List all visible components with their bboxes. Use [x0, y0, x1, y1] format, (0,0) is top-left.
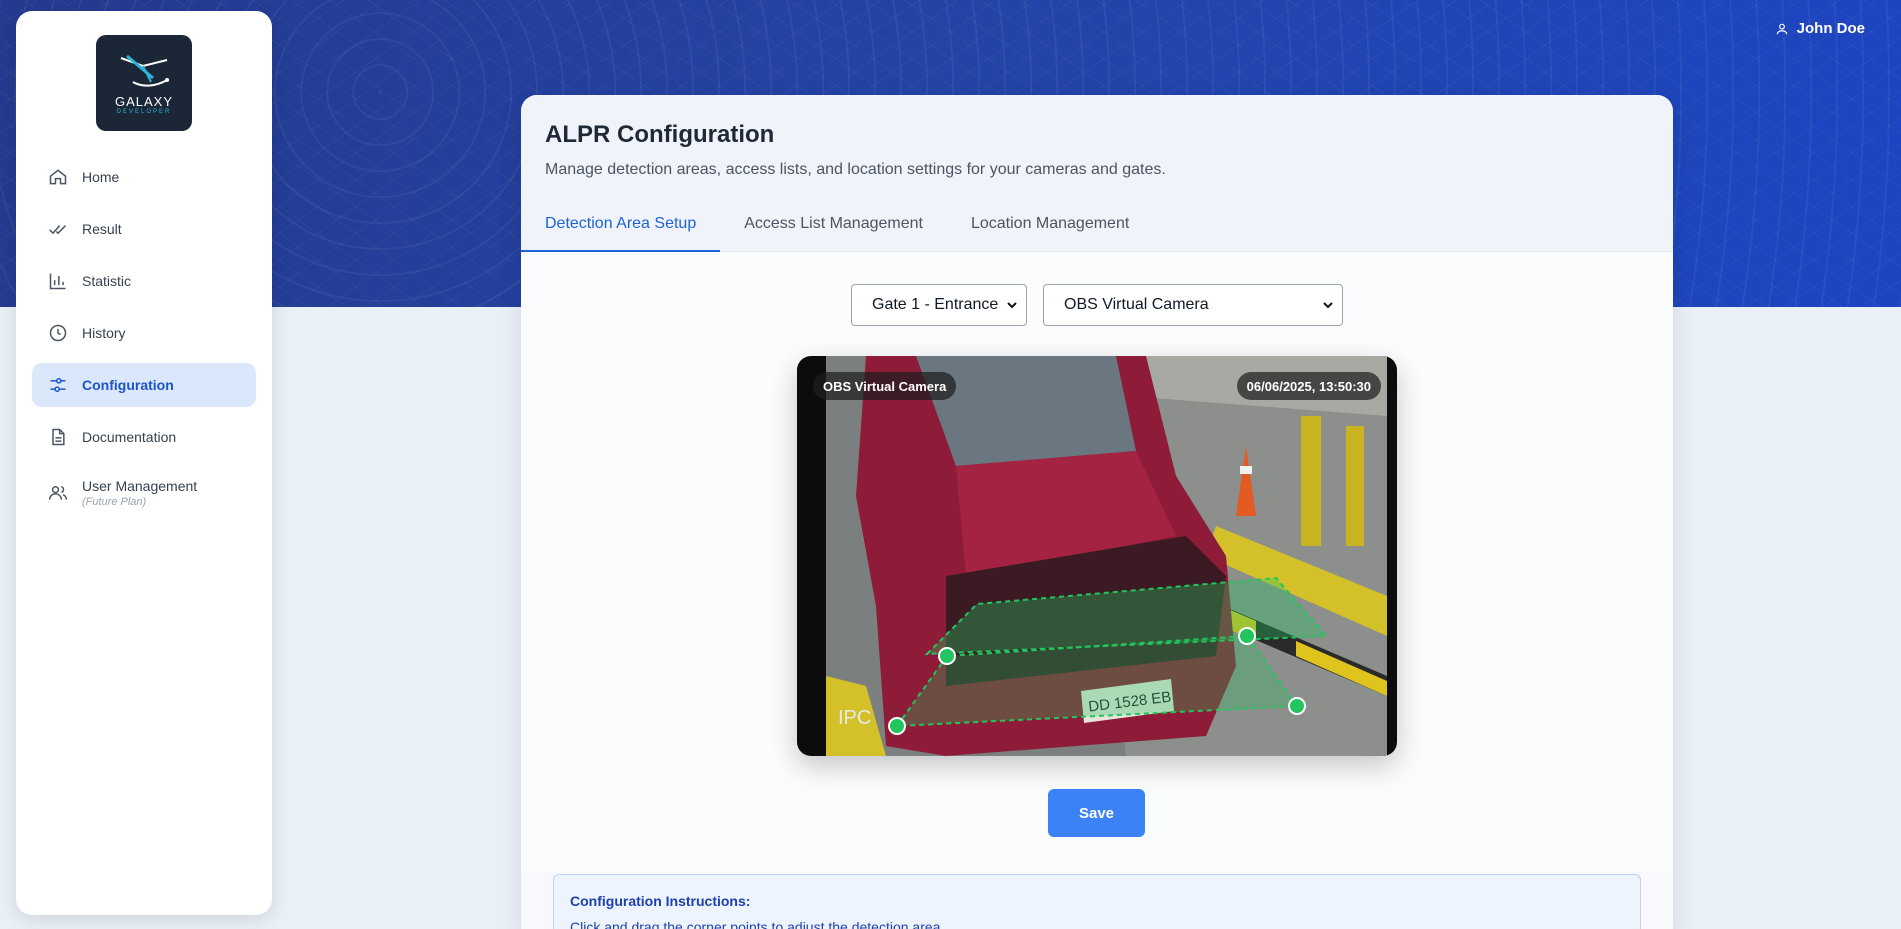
tab-detection-area-setup[interactable]: Detection Area Setup: [521, 203, 721, 252]
sidebar-item-label: User Management: [82, 478, 198, 494]
camera-preview[interactable]: DD 1528 EB IPC OBS Virtual Camera 06/06/…: [797, 356, 1397, 756]
detection-area-panel: Gate 1 - Entrance OBS Virtual Camera DD …: [521, 252, 1673, 872]
sliders-icon: [50, 378, 66, 392]
save-button[interactable]: Save: [1048, 789, 1145, 837]
instructions-title: Configuration Instructions:: [570, 893, 751, 909]
user-icon: [1776, 23, 1787, 34]
gate-select-value: Gate 1 - Entrance: [872, 296, 999, 313]
configuration-instructions: Configuration Instructions: Click and dr…: [553, 874, 1641, 929]
sidebar-nav: Home Result Statistic History Configurat…: [16, 155, 272, 519]
bar-chart-icon: [49, 273, 66, 290]
config-card: ALPR Configuration Manage detection area…: [521, 95, 1673, 929]
user-menu[interactable]: John Doe: [1775, 20, 1865, 37]
sidebar-item-statistic[interactable]: Statistic: [32, 259, 256, 303]
chevron-down-icon: [1323, 302, 1333, 309]
galaxy-logo-icon: [120, 54, 169, 87]
camera-name-badge: OBS Virtual Camera: [813, 372, 957, 400]
sidebar-item-configuration[interactable]: Configuration: [32, 363, 256, 407]
chevron-down-icon: [1007, 302, 1017, 309]
camera-select-value: OBS Virtual Camera: [1064, 296, 1209, 313]
sidebar-item-label: Result: [82, 221, 122, 237]
card-header: ALPR Configuration Manage detection area…: [521, 95, 1673, 252]
sidebar-item-result[interactable]: Result: [32, 207, 256, 251]
sidebar-item-history[interactable]: History: [32, 311, 256, 355]
sidebar-item-label: Statistic: [82, 273, 132, 289]
brand-name: GALAXY: [114, 93, 174, 109]
galaxy-logo[interactable]: GALAXY DEVELOPER: [96, 35, 192, 131]
save-row: Save: [521, 788, 1673, 838]
camera-timestamp-badge: 06/06/2025, 13:50:30: [1236, 372, 1381, 400]
sidebar-item-label: Home: [82, 169, 120, 185]
sidebar-item-label: Documentation: [82, 429, 177, 445]
page-description: Manage detection areas, access lists, an…: [545, 161, 1166, 178]
camera-feed-image: DD 1528 EB IPC: [826, 356, 1387, 756]
document-icon: [52, 428, 65, 446]
home-icon: [49, 169, 67, 185]
ipc-watermark: IPC: [838, 707, 871, 729]
sidebar-item-label: History: [82, 325, 126, 341]
users-icon: [48, 486, 68, 500]
tab-bar: Detection Area Setup Access List Managem…: [521, 203, 1673, 252]
sidebar-item-label: Configuration: [82, 377, 174, 393]
sidebar-item-user-management[interactable]: User Management (Future Plan): [32, 467, 256, 519]
user-name: John Doe: [1796, 20, 1865, 37]
double-check-icon: [49, 225, 67, 235]
sidebar-item-sublabel: (Future Plan): [82, 496, 147, 508]
tab-access-list-management[interactable]: Access List Management: [744, 203, 923, 251]
page-title: ALPR Configuration: [545, 121, 775, 148]
camera-selectors: Gate 1 - Entrance OBS Virtual Camera: [851, 284, 1343, 326]
camera-select[interactable]: OBS Virtual Camera: [1043, 284, 1343, 326]
sidebar: GALAXY DEVELOPER Home Result Statistic H…: [16, 11, 272, 915]
sidebar-item-home[interactable]: Home: [32, 155, 256, 199]
instructions-line: Click and drag the corner points to adju…: [570, 919, 941, 929]
gate-select[interactable]: Gate 1 - Entrance: [851, 284, 1027, 326]
sidebar-item-documentation[interactable]: Documentation: [32, 415, 256, 459]
brand-sub: DEVELOPER: [116, 108, 172, 115]
tab-location-management[interactable]: Location Management: [971, 203, 1129, 251]
clock-icon: [49, 324, 67, 342]
